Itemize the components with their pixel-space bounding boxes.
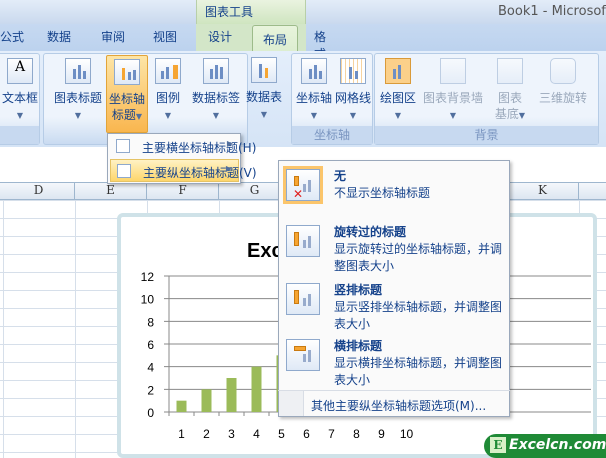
chart-title-button[interactable]: 图表标题 ▼: [52, 58, 104, 124]
chart-tools-context-label: 图表工具: [196, 0, 306, 24]
chart-wall-icon: [440, 58, 466, 84]
site-logo: E Excelcn.com: [484, 434, 606, 458]
tab-layout[interactable]: 布局: [252, 25, 299, 52]
background-group-label: 背景: [375, 126, 598, 144]
plot-area-button[interactable]: 绘图区 ▼: [378, 58, 418, 124]
vertical-title-icon: [286, 283, 320, 315]
axis-titles-icon: [114, 59, 140, 85]
x-tick-label: 10: [400, 427, 414, 441]
vertical-axis-title-icon: [117, 164, 131, 178]
horizontal-axis-title-icon: [116, 139, 130, 153]
column-header-f[interactable]: F: [147, 183, 219, 200]
x-tick-label: 3: [228, 427, 235, 441]
chart-floor-button[interactable]: 图表 基底▼: [491, 58, 529, 124]
legend-icon: [155, 58, 181, 84]
bar: [201, 389, 212, 412]
chart-title-icon: [65, 58, 91, 84]
x-tick-label: 5: [278, 427, 285, 441]
x-tick-label: 7: [328, 427, 335, 441]
window-title: Book1 - Microsoft Ex: [498, 4, 606, 19]
option-horizontal-title[interactable]: 横排标题 显示横排坐标轴标题，并调整图表大小: [284, 337, 508, 392]
axis-titles-button[interactable]: 坐标轴 标题▼: [106, 55, 148, 133]
textbox-button[interactable]: A 文本框 ▼: [1, 58, 39, 124]
option-vertical-title[interactable]: 竖排标题 显示竖排坐标轴标题，并调整图表大小: [284, 281, 508, 336]
data-labels-button[interactable]: 数据标签 ▼: [190, 58, 242, 124]
axes-group: 坐标轴 ▼ 网格线 ▼ 坐标轴: [291, 53, 373, 145]
tab-formulas[interactable]: 公式: [0, 28, 24, 45]
more-vertical-axis-title-options[interactable]: 其他主要纵坐标轴标题选项(M)...: [278, 390, 510, 417]
bar: [176, 400, 187, 412]
ribbon: A 文本框 ▼ 图表标题 ▼ 坐标轴 标题▼ 图例 ▼ 数据标签 ▼ 数据表 ▼ 坐标轴 ▼ 网…: [0, 51, 606, 147]
axes-icon: [301, 58, 327, 84]
no-title-icon: ✕: [286, 169, 320, 201]
column-header-k[interactable]: K: [507, 183, 579, 200]
plot-area-icon: [385, 58, 411, 84]
tab-review[interactable]: 审阅: [101, 28, 125, 45]
tab-data[interactable]: 数据: [47, 28, 71, 45]
column-header-e[interactable]: E: [75, 183, 147, 200]
chart-tools-tabs: 设计 布局 格式: [196, 24, 326, 61]
chart-floor-icon: [497, 58, 523, 84]
axes-group-label: 坐标轴: [292, 126, 372, 144]
submenu-arrow-icon: ▶: [225, 164, 232, 173]
y-tick-label: 8: [147, 315, 154, 329]
vertical-axis-title-submenu: ✕ 无不显示坐标轴标题 旋转过的标题 显示旋转过的坐标轴标题，并调整图表大小 竖排标…: [278, 160, 510, 417]
x-tick-label: 8: [353, 427, 360, 441]
bar: [226, 378, 237, 412]
3d-rotation-icon: [550, 58, 576, 84]
tab-design[interactable]: 设计: [208, 28, 232, 45]
column-header-d[interactable]: D: [3, 183, 75, 200]
chart-wall-button[interactable]: 图表背景墙 ▼: [421, 58, 485, 124]
y-tick-label: 10: [141, 293, 155, 307]
textbox-icon: A: [7, 58, 33, 84]
bar: [251, 366, 262, 412]
data-table-icon: [251, 57, 277, 83]
insert-group: A 文本框 ▼: [0, 53, 40, 145]
option-rotated-title[interactable]: 旋转过的标题 显示旋转过的坐标轴标题，并调整图表大小: [284, 223, 508, 278]
tab-view[interactable]: 视图: [153, 28, 177, 45]
submenu-arrow-icon: ▶: [226, 139, 233, 148]
axis-titles-menu: 主要横坐标轴标题(H) ▶ 主要纵坐标轴标题(V) ▶: [107, 133, 257, 184]
background-group: 绘图区 ▼ 图表背景墙 ▼ 图表 基底▼ 三维旋转 背景: [374, 53, 599, 145]
y-tick-label: 0: [147, 406, 154, 420]
x-tick-label: 6: [303, 427, 310, 441]
axes-button[interactable]: 坐标轴 ▼: [295, 58, 333, 124]
3d-rotation-button[interactable]: 三维旋转: [535, 58, 591, 106]
data-table-button[interactable]: 数据表 ▼: [244, 57, 284, 123]
y-tick-label: 4: [147, 361, 154, 375]
logo-letter: E: [490, 437, 506, 453]
option-none[interactable]: ✕ 无不显示坐标轴标题: [284, 167, 508, 217]
gridlines-icon: [340, 58, 366, 84]
data-labels-icon: [203, 58, 229, 84]
y-tick-label: 2: [147, 383, 154, 397]
horizontal-title-icon: [286, 339, 320, 371]
x-tick-label: 2: [203, 427, 210, 441]
legend-button[interactable]: 图例 ▼: [150, 58, 186, 124]
x-tick-label: 1: [178, 427, 185, 441]
menu-item-primary-vertical-axis-title[interactable]: 主要纵坐标轴标题(V) ▶: [110, 159, 257, 182]
labels-group: 图表标题 ▼ 坐标轴 标题▼ 图例 ▼ 数据标签 ▼: [43, 53, 248, 145]
x-tick-label: 4: [253, 427, 260, 441]
x-tick-label: 9: [378, 427, 385, 441]
y-tick-label: 6: [147, 338, 154, 352]
menu-item-primary-horizontal-axis-title[interactable]: 主要横坐标轴标题(H) ▶: [110, 135, 256, 158]
gridlines-button[interactable]: 网格线 ▼: [333, 58, 373, 124]
rotated-title-icon: [286, 225, 320, 257]
y-tick-label: 12: [141, 270, 155, 284]
